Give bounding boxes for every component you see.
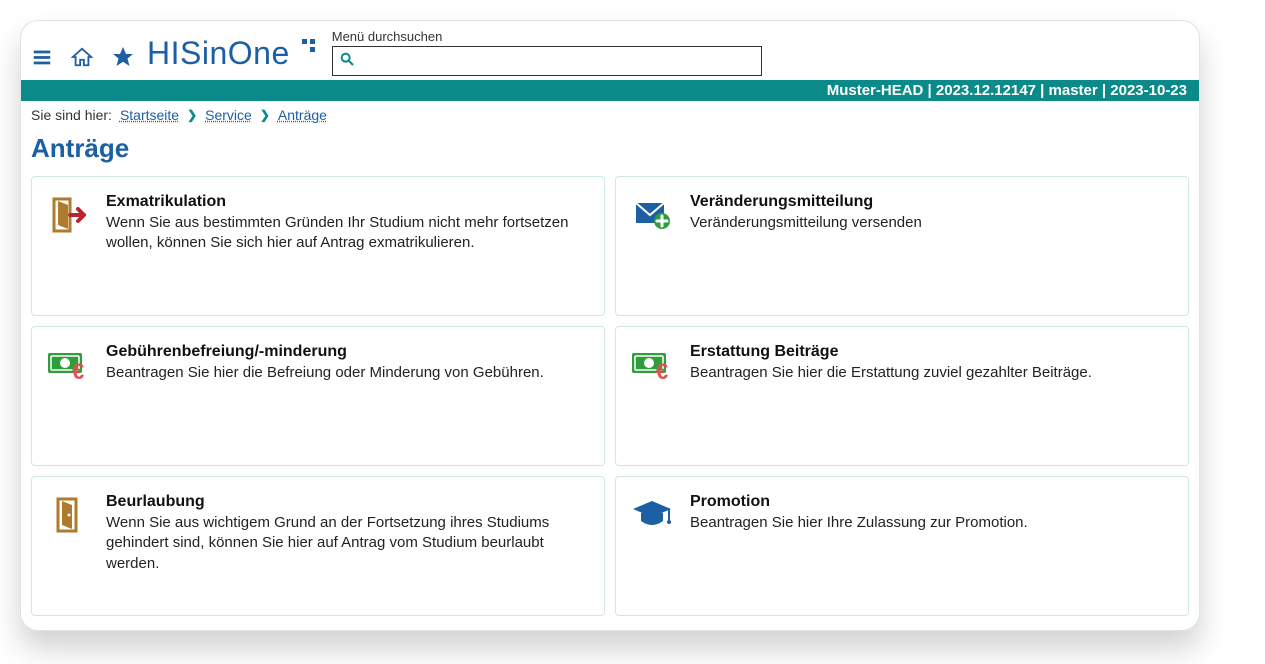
door-exit-icon xyxy=(46,193,90,299)
star-icon[interactable] xyxy=(111,45,135,74)
card-grid: Exmatrikulation Wenn Sie aus bestimmten … xyxy=(21,176,1199,630)
search-box[interactable] xyxy=(332,46,762,76)
card-beurlaubung[interactable]: Beurlaubung Wenn Sie aus wichtigem Grund… xyxy=(31,476,605,616)
card-promotion[interactable]: Promotion Beantragen Sie hier Ihre Zulas… xyxy=(615,476,1189,616)
breadcrumb-prefix: Sie sind hier: xyxy=(31,107,112,123)
card-desc: Beantragen Sie hier die Befreiung oder M… xyxy=(106,363,544,383)
version-bar: Muster-HEAD | 2023.12.12147 | master | 2… xyxy=(21,80,1199,101)
card-desc: Wenn Sie aus bestimmten Gründen Ihr Stud… xyxy=(106,213,590,254)
card-title: Gebührenbefreiung/-minderung xyxy=(106,343,544,361)
logo-text-3: One xyxy=(228,35,290,72)
card-text: Veränderungsmitteilung Veränderungsmitte… xyxy=(690,193,922,299)
topbar: HISinOne Menü durchsuchen xyxy=(21,21,1199,80)
app-window: HISinOne Menü durchsuchen Muster-HEAD | … xyxy=(20,20,1200,631)
logo: HISinOne xyxy=(147,27,320,72)
logo-text-1: HIS xyxy=(147,35,202,72)
card-title: Exmatrikulation xyxy=(106,193,590,211)
door-icon xyxy=(46,493,90,599)
card-text: Beurlaubung Wenn Sie aus wichtigem Grund… xyxy=(106,493,590,599)
card-title: Beurlaubung xyxy=(106,493,590,511)
mail-plus-icon xyxy=(630,193,674,299)
card-erstattung[interactable]: € Erstattung Beiträge Beantragen Sie hie… xyxy=(615,326,1189,466)
logo-text-2: in xyxy=(202,35,228,72)
svg-text:€: € xyxy=(72,359,84,384)
search-icon xyxy=(339,51,355,72)
page-title: Anträge xyxy=(21,129,1199,176)
search-wrap: Menü durchsuchen xyxy=(332,27,762,76)
card-desc: Beantragen Sie hier die Erstattung zuvie… xyxy=(690,363,1092,383)
card-title: Erstattung Beiträge xyxy=(690,343,1092,361)
card-text: Gebührenbefreiung/-minderung Beantragen … xyxy=(106,343,544,449)
card-title: Veränderungsmitteilung xyxy=(690,193,922,211)
card-desc: Veränderungsmitteilung versenden xyxy=(690,213,922,233)
search-input[interactable] xyxy=(355,53,755,69)
search-label: Menü durchsuchen xyxy=(332,29,762,44)
topbar-icon-group xyxy=(31,27,135,74)
menu-icon[interactable] xyxy=(31,46,53,73)
card-text: Exmatrikulation Wenn Sie aus bestimmten … xyxy=(106,193,590,299)
svg-text:€: € xyxy=(656,359,668,384)
card-title: Promotion xyxy=(690,493,1028,511)
card-text: Promotion Beantragen Sie hier Ihre Zulas… xyxy=(690,493,1028,599)
money-euro-icon: € xyxy=(46,343,90,449)
breadcrumb: Sie sind hier: Startseite ❯ Service ❯ An… xyxy=(21,101,1199,129)
card-gebuehrenbefreiung[interactable]: € Gebührenbefreiung/-minderung Beantrage… xyxy=(31,326,605,466)
chevron-right-icon: ❯ xyxy=(260,108,270,122)
card-desc: Beantragen Sie hier Ihre Zulassung zur P… xyxy=(690,513,1028,533)
graduation-cap-icon xyxy=(630,493,674,599)
card-desc: Wenn Sie aus wichtigem Grund an der Fort… xyxy=(106,513,590,574)
chevron-right-icon: ❯ xyxy=(187,108,197,122)
home-icon[interactable] xyxy=(71,46,93,73)
money-euro-icon: € xyxy=(630,343,674,449)
breadcrumb-link-home[interactable]: Startseite xyxy=(120,107,179,123)
card-text: Erstattung Beiträge Beantragen Sie hier … xyxy=(690,343,1092,449)
card-exmatrikulation[interactable]: Exmatrikulation Wenn Sie aus bestimmten … xyxy=(31,176,605,316)
breadcrumb-link-service[interactable]: Service xyxy=(205,107,252,123)
card-veraenderungsmitteilung[interactable]: Veränderungsmitteilung Veränderungsmitte… xyxy=(615,176,1189,316)
breadcrumb-link-antraege[interactable]: Anträge xyxy=(278,107,327,123)
logo-dots-icon xyxy=(296,30,320,67)
